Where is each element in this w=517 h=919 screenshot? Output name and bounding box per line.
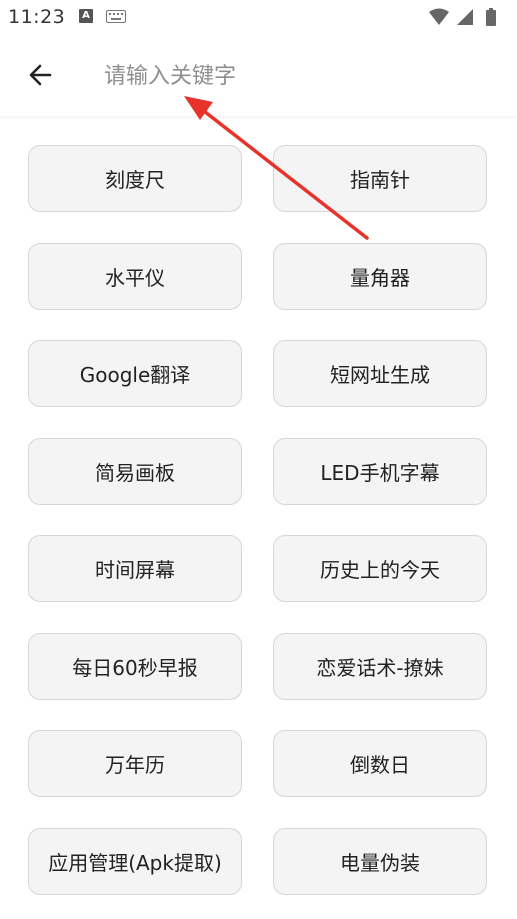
- tool-button-short-url[interactable]: 短网址生成: [273, 340, 487, 407]
- status-time: 11:23: [8, 6, 66, 28]
- status-bar: 11:23 A: [0, 0, 517, 36]
- signal-icon: [457, 9, 473, 25]
- tool-button-protractor[interactable]: 量角器: [273, 242, 487, 310]
- battery-icon: [486, 8, 496, 26]
- tool-button-google-translate[interactable]: Google翻译: [28, 340, 242, 407]
- tool-button-level[interactable]: 水平仪: [28, 242, 242, 310]
- tool-button-ruler[interactable]: 刻度尺: [28, 145, 242, 212]
- tool-button-calendar[interactable]: 万年历: [28, 730, 242, 797]
- tool-button-compass[interactable]: 指南针: [273, 145, 487, 212]
- notification-a-icon: A: [79, 9, 93, 23]
- search-header: [0, 36, 517, 116]
- tool-button-battery-spoof[interactable]: 电量伪装: [273, 827, 487, 895]
- wifi-icon: [429, 8, 449, 25]
- status-icons: [429, 8, 496, 26]
- keyboard-icon: [106, 10, 126, 23]
- search-input[interactable]: [104, 56, 494, 96]
- tool-button-countdown[interactable]: 倒数日: [273, 730, 487, 797]
- back-arrow-icon[interactable]: [20, 56, 60, 96]
- tool-button-daily-news[interactable]: 每日60秒早报: [28, 632, 242, 700]
- tool-button-drawing-board[interactable]: 简易画板: [28, 437, 242, 505]
- tool-button-led-subtitle[interactable]: LED手机字幕: [273, 437, 487, 505]
- tool-button-app-manager[interactable]: 应用管理(Apk提取): [28, 827, 242, 895]
- tool-button-love-talk[interactable]: 恋爱话术-撩妹: [273, 632, 487, 700]
- tool-button-history-today[interactable]: 历史上的今天: [273, 535, 487, 602]
- tool-button-time-screen[interactable]: 时间屏幕: [28, 535, 242, 602]
